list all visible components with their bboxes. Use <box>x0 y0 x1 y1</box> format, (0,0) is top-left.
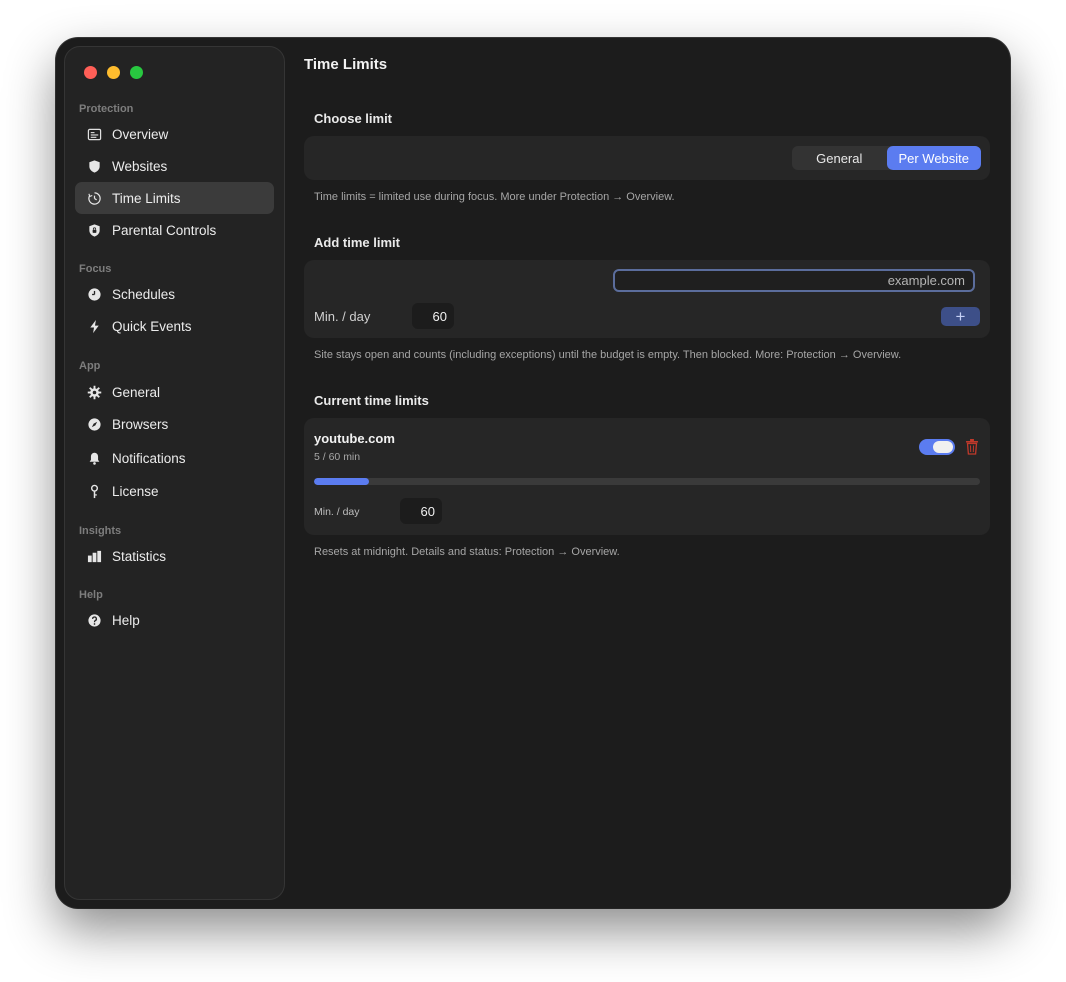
sidebar-item-time-limits[interactable]: Time Limits <box>75 182 274 214</box>
add-limit-button[interactable]: + <box>941 307 980 326</box>
usage-progress-fill <box>314 478 370 485</box>
sidebar-item-label: Overview <box>112 126 169 142</box>
sidebar-item-label: Websites <box>112 158 168 174</box>
sidebar-item-websites[interactable]: Websites <box>75 150 274 182</box>
delete-limit-button[interactable] <box>964 438 980 456</box>
toggle-knob <box>933 441 953 453</box>
sidebar-item-overview[interactable]: Overview <box>75 118 274 150</box>
sidebar-item-license[interactable]: License <box>75 475 274 507</box>
sidebar-item-label: Help <box>112 612 140 628</box>
min-per-day-label: Min. / day <box>314 309 371 324</box>
min-per-day-label: Min. / day <box>314 506 360 518</box>
add-limit-heading: Add time limit <box>314 235 400 250</box>
shield-icon <box>86 158 102 174</box>
sidebar-item-help[interactable]: Help <box>75 604 274 636</box>
help-icon <box>86 612 102 628</box>
sidebar-item-label: Time Limits <box>112 190 181 206</box>
time-limit-card: youtube.com 5 / 60 min Min. / day 60 <box>304 418 990 535</box>
choose-limit-card: General Per Website <box>304 136 990 180</box>
sidebar-item-label: General <box>112 384 161 400</box>
current-limits-caption: Resets at midnight. Details and status: … <box>314 546 620 558</box>
domain-input[interactable] <box>613 269 975 292</box>
sidebar-item-label: Parental Controls <box>112 222 217 238</box>
choose-limit-heading: Choose limit <box>314 111 393 126</box>
sidebar-item-label: Statistics <box>112 548 167 564</box>
limit-usage-text: 5 / 60 min <box>314 451 361 463</box>
sidebar-item-notifications[interactable]: Notifications <box>75 442 274 474</box>
segment-general[interactable]: General <box>792 146 887 170</box>
sidebar-item-label: Notifications <box>112 450 186 466</box>
clock-icon <box>86 286 102 302</box>
app-window: Protection Overview Websites Time Limits… <box>56 38 1010 908</box>
limit-mode-segmented-control: General Per Website <box>792 146 981 170</box>
usage-progress-bar <box>314 478 980 485</box>
bar-chart-icon <box>86 548 102 564</box>
sidebar-item-parental-controls[interactable]: Parental Controls <box>75 214 274 246</box>
sidebar: Protection Overview Websites Time Limits… <box>64 46 285 900</box>
current-limits-heading: Current time limits <box>314 393 429 408</box>
sidebar-section-focus: Focus <box>79 263 112 275</box>
timer-icon <box>86 190 102 206</box>
add-limit-caption: Site stays open and counts (including ex… <box>314 349 902 361</box>
sidebar-item-schedules[interactable]: Schedules <box>75 278 274 310</box>
sidebar-item-statistics[interactable]: Statistics <box>75 540 274 572</box>
sidebar-item-label: License <box>112 483 159 499</box>
compass-icon <box>86 416 102 432</box>
bell-icon <box>86 450 102 466</box>
sidebar-section-app: App <box>79 360 101 372</box>
sidebar-section-insights: Insights <box>79 525 122 537</box>
sidebar-item-browsers[interactable]: Browsers <box>75 408 274 440</box>
choose-limit-caption: Time limits = limited use during focus. … <box>314 191 675 203</box>
close-window-button[interactable] <box>84 66 97 79</box>
page-title: Time Limits <box>304 56 388 73</box>
trash-icon <box>966 439 978 455</box>
gear-icon <box>86 384 102 400</box>
minimize-window-button[interactable] <box>107 66 120 79</box>
sidebar-item-label: Schedules <box>112 286 176 302</box>
limit-site-name: youtube.com <box>314 431 395 446</box>
limit-minutes-input[interactable]: 60 <box>400 498 442 524</box>
limit-enabled-toggle[interactable] <box>919 439 955 455</box>
sidebar-section-protection: Protection <box>79 103 134 115</box>
sidebar-item-quick-events[interactable]: Quick Events <box>75 310 274 342</box>
add-limit-card: Min. / day 60 + <box>304 260 990 338</box>
sidebar-item-label: Quick Events <box>112 318 192 334</box>
main-content: Time Limits Choose limit General Per Web… <box>304 38 1010 908</box>
overview-icon <box>86 126 102 142</box>
sidebar-section-help: Help <box>79 589 103 601</box>
segment-per-website[interactable]: Per Website <box>886 146 981 170</box>
sidebar-item-label: Browsers <box>112 416 169 432</box>
zoom-window-button[interactable] <box>130 66 143 79</box>
minutes-per-day-input[interactable]: 60 <box>412 303 454 329</box>
plus-icon: + <box>955 307 966 326</box>
sidebar-item-general[interactable]: General <box>75 376 274 408</box>
bolt-icon <box>86 318 102 334</box>
key-icon <box>86 483 102 499</box>
shield-lock-icon <box>86 222 102 238</box>
